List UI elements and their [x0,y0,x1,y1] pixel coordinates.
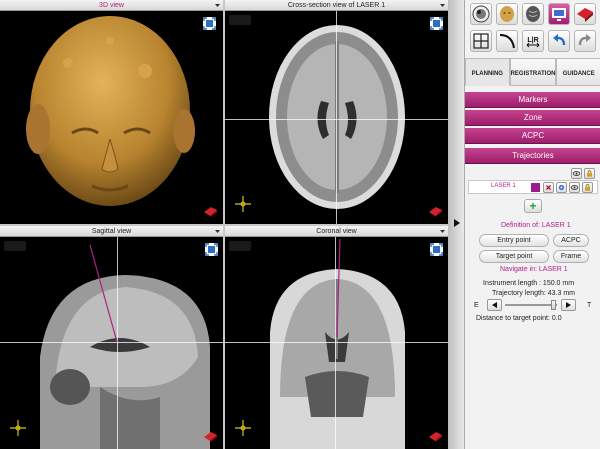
tool-head[interactable] [496,3,518,25]
arrow-right-icon [566,302,571,308]
trajectory-length: Trajectory length: 43.3 mm [492,290,575,297]
orientation-axes-icon [235,420,251,436]
tool-layout-grid[interactable] [470,30,492,52]
trajectory-line [336,238,341,338]
overlay-badge [229,241,251,251]
step-forward-button[interactable] [561,299,576,311]
section-acpc[interactable]: ACPC [465,128,600,144]
curve-icon [499,34,515,49]
control-panel: L|R PLANNING REGISTRATION GUIDANCE Marke… [464,0,600,449]
trajectory-slider-track[interactable] [505,304,557,306]
arrow-left-icon [492,302,497,308]
trajectory-slider-thumb[interactable] [551,300,556,310]
add-trajectory-button[interactable]: + [524,199,542,213]
monitor-icon [552,8,566,21]
trajectory-name: LASER 1 [491,183,516,189]
viewport-menu-icon[interactable] [439,228,446,235]
orientation-axes-icon [235,196,251,212]
tool-redo[interactable] [574,30,596,52]
tool-red-cube[interactable] [574,3,596,25]
tool-brain-slices[interactable] [470,3,492,25]
brain-slices-icon [472,5,490,23]
lock-icon[interactable] [584,168,595,179]
brain-icon [526,6,540,22]
viewport-3d-title: 3D view [0,0,223,11]
frame-button[interactable]: Frame [553,250,589,263]
crosshair-vertical [336,11,337,224]
entry-point-button[interactable]: Entry point [479,234,549,247]
viewport-divider-horizontal[interactable] [0,224,448,226]
tool-curve[interactable] [496,30,518,52]
section-markers[interactable]: Markers [465,92,600,108]
fit-view-icon[interactable] [203,17,216,30]
viewport-coronal[interactable]: Coronal view [225,226,448,449]
lr-flip-icon: L|R [526,37,540,48]
step-back-button[interactable] [487,299,502,311]
head-icon [500,6,514,22]
tab-guidance[interactable]: GUIDANCE [556,58,600,86]
target-point-button[interactable]: Target point [479,250,549,263]
trajectory-color-swatch[interactable] [531,183,540,192]
3d-head-render [26,16,195,206]
trajectory-line [89,244,118,343]
acpc-button[interactable]: ACPC [553,234,589,247]
tab-planning[interactable]: PLANNING [465,58,510,86]
snapshot-icon[interactable] [428,431,443,442]
viewport-menu-icon[interactable] [214,228,221,235]
section-zone[interactable]: Zone [465,110,600,126]
slider-left-label: E [474,302,479,309]
tool-lr-flip[interactable]: L|R [522,30,544,52]
tool-brain[interactable] [522,3,544,25]
navigate-title: Navigate in: LASER 1 [500,266,568,273]
fit-view-icon[interactable] [205,243,218,256]
fit-view-icon[interactable] [430,243,443,256]
lock-icon[interactable] [582,182,593,193]
lr-label: L|R [527,37,538,44]
collapse-arrow-icon[interactable] [453,219,461,227]
viewport-menu-icon[interactable] [214,2,221,9]
trajectory-row[interactable]: LASER 1 [468,180,598,194]
viewport-axial[interactable]: Cross-section view of LASER 1 [225,0,448,224]
redo-icon [578,34,591,46]
slider-right-label: T [587,302,592,309]
settings-icon[interactable] [556,182,567,193]
viewport-sagittal[interactable]: Sagittal view [0,226,223,449]
tab-registration[interactable]: REGISTRATION [509,58,557,86]
snapshot-icon[interactable] [203,206,218,217]
panel-collapse-strip[interactable] [448,0,464,449]
fit-view-icon[interactable] [430,17,443,30]
overlay-badge [4,241,26,251]
layout-grid-icon [473,33,489,49]
eye-icon[interactable] [569,182,580,193]
tool-monitor[interactable] [548,3,570,25]
viewport-coronal-title: Coronal view [225,226,448,237]
eye-icon[interactable] [571,168,582,179]
viewport-3d[interactable]: 3D view [0,0,223,224]
red-cube-icon [577,8,593,22]
tool-undo[interactable] [548,30,570,52]
overlay-badge [229,15,251,25]
viewport-sagittal-title: Sagittal view [0,226,223,237]
plus-icon: + [529,199,537,213]
viewport-menu-icon[interactable] [439,2,446,9]
viewport-axial-title: Cross-section view of LASER 1 [225,0,448,11]
instrument-length: Instrument length : 150.0 mm [483,280,575,287]
delete-trajectory-icon[interactable] [543,182,554,193]
snapshot-icon[interactable] [203,431,218,442]
section-trajectories[interactable]: Trajectories [465,148,600,164]
undo-icon [553,34,566,46]
orientation-axes-icon [10,420,26,436]
snapshot-icon[interactable] [428,206,443,217]
definition-title: Definition of: LASER 1 [501,222,571,229]
distance-to-target: Distance to target point: 0.0 [476,315,562,322]
mode-tabs: PLANNING REGISTRATION GUIDANCE [465,58,600,86]
